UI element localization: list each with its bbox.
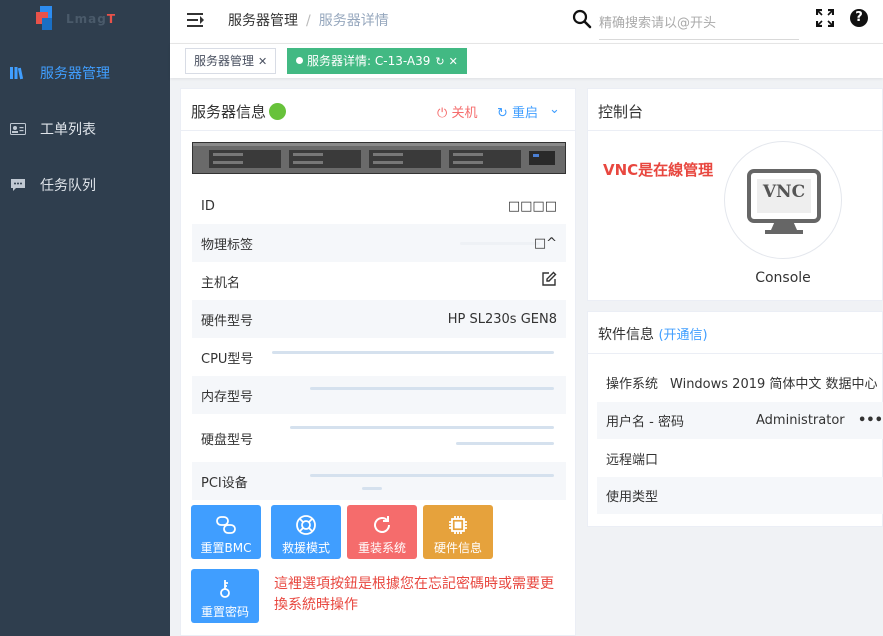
card-header: 控制台 xyxy=(588,89,882,131)
info-row-disk-model: 硬盘型号 xyxy=(192,414,566,462)
refresh-icon xyxy=(374,516,390,533)
row-value: Administrator xyxy=(756,413,845,428)
logo: LmagT xyxy=(36,6,126,32)
info-row-memory-model: 内存型号 xyxy=(192,376,566,414)
help-icon[interactable]: ? xyxy=(850,9,868,27)
row-label: 内存型号 xyxy=(201,389,254,405)
link-icon xyxy=(216,516,236,534)
row-label: CPU型号 xyxy=(201,351,254,367)
sidebar-item-task-queue[interactable]: 任务队列 xyxy=(0,165,170,205)
top-navbar: 服务器管理/服务器详情 ? xyxy=(170,0,883,44)
server-info-card: 服务器信息 ⏻ 关机 ↻ 重启 ⌄ ID □□□□ 物理标签 □^ 主机名 硬件… xyxy=(180,88,576,636)
info-row-hostname: 主机名 xyxy=(192,262,566,300)
breadcrumb-item[interactable]: 服务器管理 xyxy=(228,13,298,29)
tab-label: 服务器管理 xyxy=(194,54,255,68)
row-value: Windows 2019 简体中文 数据中心 xyxy=(670,377,878,392)
software-row-os: 操作系统 Windows 2019 简体中文 数据中心 xyxy=(597,364,883,401)
books-icon xyxy=(10,66,26,80)
tags-view: 服务器管理 ✕ 服务器详情: C-13-A39 ↻ ✕ xyxy=(170,44,883,78)
reset-password-button[interactable]: 重置密码 xyxy=(191,569,259,623)
hardware-info-button[interactable]: 硬件信息 xyxy=(423,505,493,559)
restart-button[interactable]: ↻ 重启 xyxy=(497,102,538,121)
row-label: 用户名 - 密码 xyxy=(606,415,684,430)
vnc-label: VNC xyxy=(762,182,806,202)
row-label: PCI设备 xyxy=(201,475,248,491)
sidebar: LmagT 服务器管理 工单列表 任务队列 xyxy=(0,0,170,636)
row-value: HP SL230s GEN8 xyxy=(447,311,557,327)
card-title: 软件信息 (开通信) xyxy=(598,327,708,343)
software-row-remote-port: 远程端口 xyxy=(597,440,883,477)
rescue-mode-button[interactable]: 救援模式 xyxy=(271,505,341,559)
search-input[interactable] xyxy=(599,8,799,40)
info-row-pci-devices: PCI设备 xyxy=(192,462,566,500)
lifebuoy-icon xyxy=(296,515,316,535)
chip-icon xyxy=(449,516,467,534)
reset-bmc-button[interactable]: 重置BMC xyxy=(191,505,261,559)
logo-suffix: T xyxy=(106,12,117,26)
password-mask[interactable]: •••••• xyxy=(858,413,883,428)
software-row-credentials: 用户名 - 密码 Administrator •••••• xyxy=(597,402,883,439)
edit-icon[interactable] xyxy=(541,271,557,291)
shutdown-button[interactable]: ⏻ 关机 xyxy=(437,102,477,121)
vnc-console-button[interactable]: VNC xyxy=(724,141,842,259)
close-icon[interactable]: ✕ xyxy=(258,55,267,68)
logo-prefix: Lmag xyxy=(66,12,107,26)
chevron-down-icon[interactable]: ⌄ xyxy=(549,102,560,117)
row-label: 硬盘型号 xyxy=(201,432,254,448)
menu-toggle-icon[interactable] xyxy=(187,12,205,28)
card-title: 控制台 xyxy=(598,103,644,121)
sidebar-item-work-orders[interactable]: 工单列表 xyxy=(0,109,170,149)
row-value: □^ xyxy=(533,235,557,251)
row-label: 远程端口 xyxy=(606,453,659,468)
software-row-usage-type: 使用类型 xyxy=(597,477,883,514)
close-icon[interactable]: ✕ xyxy=(449,55,458,68)
card-title: 服务器信息 xyxy=(191,101,287,122)
tab-server-detail[interactable]: 服务器详情: C-13-A39 ↻ ✕ xyxy=(287,48,467,74)
key-icon xyxy=(220,580,230,598)
breadcrumb-current: 服务器详情 xyxy=(318,13,389,29)
reinstall-system-button[interactable]: 重装系统 xyxy=(347,505,417,559)
fullscreen-icon[interactable] xyxy=(815,8,835,28)
row-value: □□□□ xyxy=(507,198,557,214)
power-icon: ⏻ xyxy=(437,106,448,121)
sidebar-item-label: 服务器管理 xyxy=(40,66,110,82)
card-header: 服务器信息 ⏻ 关机 ↻ 重启 ⌄ xyxy=(181,89,575,131)
chat-icon xyxy=(10,178,26,192)
sidebar-item-server-management[interactable]: 服务器管理 xyxy=(0,53,170,93)
info-row-id: ID □□□□ xyxy=(192,187,566,225)
tab-label: 服务器详情: C-13-A39 xyxy=(307,54,431,68)
button-annotation: 這裡選項按鈕是根據您在忘記密碼時或需要更換系統時操作 xyxy=(274,576,554,613)
card-header: 软件信息 (开通信) xyxy=(588,312,882,354)
breadcrumb: 服务器管理 / 服务器详情 xyxy=(228,13,389,29)
row-label: 主机名 xyxy=(201,275,241,291)
status-online-indicator xyxy=(269,103,287,120)
sidebar-item-label: 任务队列 xyxy=(40,178,96,194)
refresh-icon: ↻ xyxy=(497,106,508,121)
info-row-cpu-model: CPU型号 xyxy=(192,338,566,376)
console-label: Console xyxy=(755,270,811,286)
row-label: 物理标签 xyxy=(201,237,254,253)
info-row-hardware-model: 硬件型号 HP SL230s GEN8 xyxy=(192,300,566,338)
row-label: 硬件型号 xyxy=(201,313,254,329)
vnc-annotation: VNC是在線管理 xyxy=(603,161,714,179)
refresh-icon[interactable]: ↻ xyxy=(435,55,444,68)
activate-link[interactable]: (开通信) xyxy=(658,328,707,343)
sidebar-item-label: 工单列表 xyxy=(40,122,96,138)
server-chassis-image xyxy=(192,142,566,174)
id-card-icon xyxy=(10,122,26,136)
row-label: 操作系统 xyxy=(606,377,659,392)
row-label: ID xyxy=(201,198,215,214)
search-icon[interactable] xyxy=(572,9,592,29)
row-label: 使用类型 xyxy=(606,490,659,505)
info-row-physical-tag: 物理标签 □^ xyxy=(192,224,566,262)
tab-server-management[interactable]: 服务器管理 ✕ xyxy=(185,48,277,74)
